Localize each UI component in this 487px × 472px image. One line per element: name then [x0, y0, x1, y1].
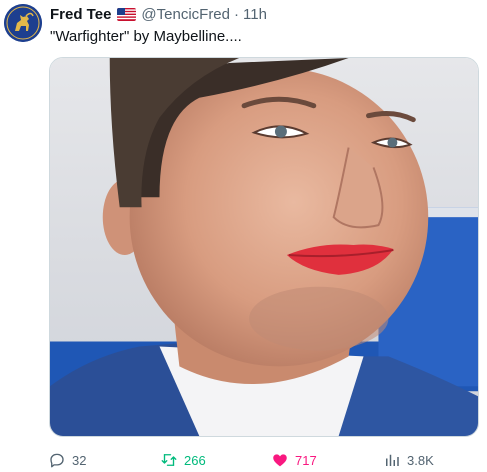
- retweet-button[interactable]: 266: [160, 450, 206, 470]
- reply-button[interactable]: 32: [48, 450, 86, 470]
- reply-count: 32: [72, 452, 87, 468]
- us-flag-icon: [117, 7, 137, 21]
- timestamp[interactable]: 11h: [243, 6, 267, 23]
- like-count: 717: [295, 452, 317, 468]
- retweet-count: 266: [184, 452, 206, 468]
- tweet-actions: 32 266 717 3.8K: [48, 450, 458, 470]
- heart-filled-icon: [273, 454, 287, 467]
- reply-bubble-icon: [50, 453, 64, 468]
- like-button[interactable]: 717: [271, 450, 317, 470]
- display-name[interactable]: Fred Tee: [50, 6, 111, 23]
- separator-dot: ·: [234, 5, 239, 23]
- views-count: 3.8K: [407, 452, 434, 468]
- views-button[interactable]: 3.8K: [383, 450, 434, 470]
- views-bar-chart-icon: [386, 454, 399, 466]
- avatar[interactable]: [4, 4, 42, 42]
- gold-goat-emblem-icon: [4, 4, 42, 42]
- user-handle[interactable]: @TencicFred: [141, 6, 230, 23]
- tweet-media[interactable]: [49, 57, 479, 437]
- photo-smiling-man-red-lipstick-icon: [50, 58, 478, 436]
- retweet-icon: [161, 454, 177, 466]
- tweet-text: "Warfighter" by Maybelline....: [50, 28, 242, 45]
- tweet-header: Fred Tee @TencicFred · 11h: [50, 5, 267, 23]
